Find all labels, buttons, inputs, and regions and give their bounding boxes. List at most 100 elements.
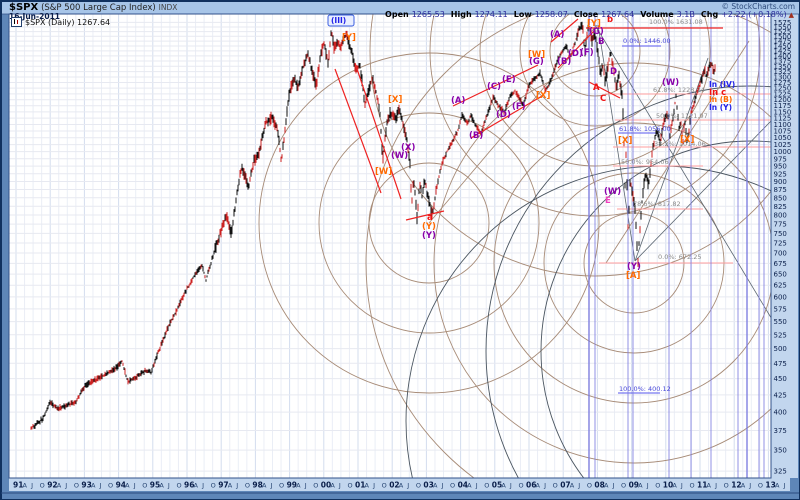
price-tick-label: 900 [774,178,787,186]
quarter-tick-label: J [406,482,409,490]
wave-label: (A) [550,30,564,40]
quarter-tick-label: J [646,482,649,490]
quarter-tick-label: O [758,482,763,490]
wave-label: (D) [496,110,511,120]
price-tick-label: 550 [774,318,787,326]
quarter-tick-label: A [262,482,267,490]
quarter-tick-label: A [604,482,609,490]
quarter-tick-label: A [536,482,541,490]
quarter-tick-label: O [382,482,387,490]
quarter-tick-label: A [638,482,643,490]
quarter-tick-label: O [142,482,147,490]
quarter-tick-label: J [441,482,444,490]
chart-type-icon [11,17,22,27]
wave-label: C [600,94,606,104]
quarter-tick-label: A [228,482,233,490]
quarter-tick-label: A [296,482,301,490]
quote-value-high: 1274.11 [475,10,508,19]
fib-value-label: 0.0%: 1446.00 [623,37,671,45]
wave-label: (X) [401,143,415,153]
quote-value-chg: +2.22 (+0.18%) [721,10,786,19]
quarter-tick-label: A [467,482,472,490]
quote-label-low: Low [514,10,532,19]
wave-label: E [605,196,611,206]
plot-background [9,14,771,478]
quarter-tick-label: J [612,482,615,490]
quote-value-volume: 3.1B [677,10,695,19]
price-tick-label: 450 [774,375,787,383]
wave-label: A [593,83,600,93]
quarter-tick-label: J [338,482,341,490]
quarter-tick-label: J [543,482,546,490]
quote-value-low: 1258.07 [535,10,568,19]
price-tick-label: 700 [774,250,787,258]
wave-label: [X] [536,91,550,101]
price-tick-label: 575 [774,305,787,313]
wave-label: D [610,67,617,77]
wave-label: (G) [529,57,544,67]
quarter-tick-label: O [416,482,421,490]
fib-value-label: 50.0%: 1121.97 [656,112,708,120]
quarter-tick-label: A [570,482,575,490]
quarter-tick-label: A [91,482,96,490]
quarter-tick-label: O [245,482,250,490]
quarter-tick-label: A [707,482,712,490]
quarter-tick-label: A [399,482,404,490]
quarter-tick-label: J [167,482,170,490]
index-type-label: INDX [159,3,178,12]
price-tick-label: 800 [774,212,787,220]
quarter-tick-label: A [159,482,164,490]
price-tick-label: 375 [774,427,787,435]
quarter-tick-label: J [509,482,512,490]
quarter-tick-label: O [313,482,318,490]
quarter-tick-label: J [270,482,273,490]
quarter-tick-label: O [347,482,352,490]
quarter-tick-label: A [330,482,335,490]
quote-label-chg: Chg [701,10,718,19]
quarter-tick-label: O [176,482,181,490]
quarter-tick-label: J [201,482,204,490]
wave-label: (F) [512,102,526,112]
quarter-tick-label: J [30,482,33,490]
quarter-tick-label: J [99,482,102,490]
price-tick-label: 650 [774,271,787,279]
wave-label: B [598,37,604,47]
quarter-tick-label: J [783,482,786,490]
wave-label: [W] [375,167,392,177]
quarter-tick-label: O [450,482,455,490]
wave-label: (F) [580,48,594,58]
quarter-tick-label: A [57,482,62,490]
wave-label: (G) [589,27,604,37]
change-up-arrow-icon: ▲ [789,11,794,19]
quarter-tick-label: O [587,482,592,490]
quarter-tick-label: O [724,482,729,490]
ohlc-quote-line: Open1265.53High1274.11Low1258.07Close126… [379,10,794,19]
legend-label: $SPX (Daily) 1267.64 [25,18,110,27]
quote-label-high: High [451,10,472,19]
wave-label: [X] [388,95,402,105]
price-tick-label: 500 [774,345,787,353]
quarter-tick-label: O [279,482,284,490]
wave-label: [Y] [342,33,356,43]
quarter-tick-label: O [40,482,45,490]
quarter-tick-label: J [748,482,751,490]
fib-value-label: 100.0%: 400.12 [619,385,671,393]
quarter-tick-label: J [475,482,478,490]
price-tick-label: 475 [774,360,787,368]
wave-label: [X] [680,135,694,145]
quarter-tick-label: O [484,482,489,490]
stockcharts-chart-window: 1575155015251500147514501425140013751350… [0,0,800,500]
price-tick-label: 725 [774,240,787,248]
quarter-tick-label: A [433,482,438,490]
quarter-tick-label: A [672,482,677,490]
quote-label-volume: Volume [640,10,673,19]
quarter-tick-label: O [553,482,558,490]
quarter-tick-label: J [714,482,717,490]
wave-label: (III) [331,16,346,25]
quarter-tick-label: J [304,482,307,490]
price-tick-label: 875 [774,186,787,194]
price-tick-label: 625 [774,282,787,290]
quarter-tick-label: A [23,482,28,490]
wave-label: (Y) [422,231,436,241]
wave-label: (B) [469,131,483,141]
